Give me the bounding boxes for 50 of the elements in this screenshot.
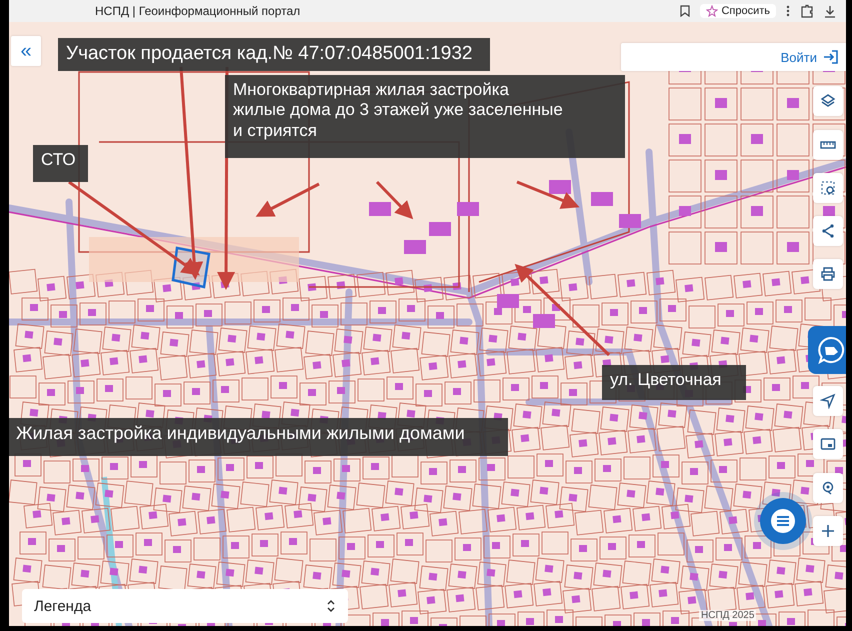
apartment-building [457,202,479,216]
login-icon [823,50,839,64]
share-button[interactable] [813,216,843,246]
apartment-building [369,202,391,216]
download-icon[interactable] [824,4,836,18]
extensions-icon[interactable] [800,4,814,18]
location-pin-button[interactable] [813,473,843,503]
bookmark-icon[interactable] [680,5,690,17]
share-icon [820,223,836,239]
layers-button[interactable] [813,86,843,116]
arrow [376,180,414,220]
print-icon [820,266,836,282]
arrow [516,180,580,209]
annotation-label: ул. Цветочная [602,365,746,400]
map-attribution: НСПД 2025 [699,610,756,621]
annotation-label: Жилая застройка индивидуальными жилыми домами [9,418,508,456]
location-pin-icon [820,480,836,496]
apartment-building [429,222,451,236]
area-select-icon [820,180,836,196]
speech-bubble-icon [816,336,844,364]
area-select-button[interactable] [813,173,843,203]
chevron-updown-icon [326,599,336,613]
apartment-building [549,180,571,194]
apartment-building [533,314,555,328]
layers-icon [820,93,836,109]
apartment-building [619,214,641,228]
zoom-in-button[interactable] [813,516,843,546]
apartment-building [497,294,519,308]
ask-button[interactable]: Спросить [700,4,776,18]
chat-icon [770,508,796,534]
navigation-icon [820,393,836,409]
ruler-button[interactable] [813,130,843,160]
sparkle-icon [706,5,718,17]
annotation-label: СТО [33,145,88,182]
window-button[interactable] [813,429,843,459]
feedback-button[interactable] [808,326,846,374]
navigation-button[interactable] [813,386,843,416]
more-icon[interactable] [786,5,790,17]
legend-select[interactable]: Легенда [22,589,348,623]
collapse-panel-button[interactable]: « [11,36,41,66]
page-title: НСПД | Геоинформационный портал [95,4,302,18]
print-button[interactable] [813,259,843,289]
arrow [256,182,320,217]
apartment-building [591,192,613,206]
apartment-building [404,240,426,254]
zoom-in-icon [820,523,836,539]
window-icon [820,436,836,452]
annotation-label: Участок продается кад.№ 47:07:0485001:1932 [58,38,490,71]
highlighted-parcel [172,246,210,289]
annotation-label: Многоквартирная жилая застройка жилые дома до 3 этажей уже заселенные и стриятся [225,75,625,158]
